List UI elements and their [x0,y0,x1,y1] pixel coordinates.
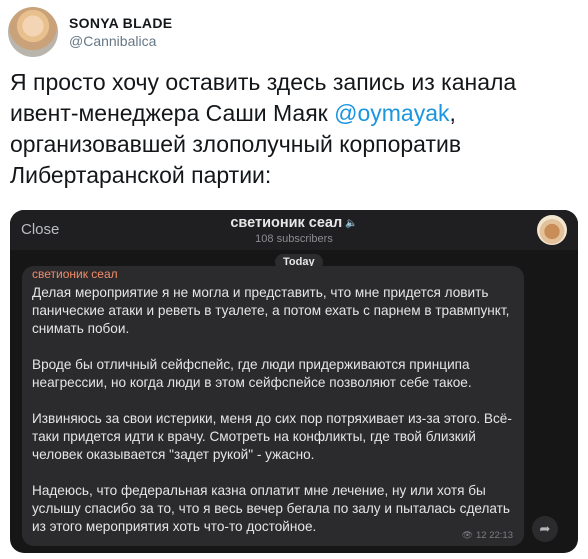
tweet-header: SONYA BLADE @Cannibalica [8,6,172,58]
message-paragraph: Надеюсь, что федеральная казна оплатит м… [32,483,510,534]
user-avatar[interactable] [8,7,58,57]
telegram-header: Close светионик сеал 🔈 108 subscribers [10,210,578,250]
mute-icon: 🔈 [345,218,358,229]
tweet-text: Я просто хочу оставить здесь запись из к… [10,67,580,191]
share-button[interactable]: ➦ [532,516,558,542]
message-bubble: светионик сеал Делая мероприятие я не мо… [22,266,524,546]
channel-title-text: светионик сеал [230,215,343,231]
share-arrow-icon: ➦ [539,521,551,536]
message-paragraph: Вроде бы отличный сейфспейс, где люди пр… [32,357,472,390]
channel-title: светионик сеал 🔈 [10,215,578,231]
message-text: Делая мероприятие я не могла и представи… [32,284,514,536]
message-time: 12 22:13 [476,530,513,541]
views-eye-icon: 👁 [461,530,474,540]
channel-avatar[interactable] [537,215,567,245]
message-paragraph: Делая мероприятие я не могла и представи… [32,285,510,336]
subscribers-count: 108 subscribers [255,233,333,245]
user-handle[interactable]: @Cannibalica [69,32,172,50]
telegram-screenshot[interactable]: Close светионик сеал 🔈 108 subscribers To… [10,210,578,553]
message-paragraph: Извиняюсь за свои истерики, меня до сих … [32,411,512,462]
user-names: SONYA BLADE @Cannibalica [69,14,172,50]
message-meta: 👁 12 22:13 [462,530,513,541]
display-name[interactable]: SONYA BLADE [69,14,172,32]
message-author: светионик сеал [32,267,118,281]
mention-link[interactable]: @oymayak [334,100,449,126]
